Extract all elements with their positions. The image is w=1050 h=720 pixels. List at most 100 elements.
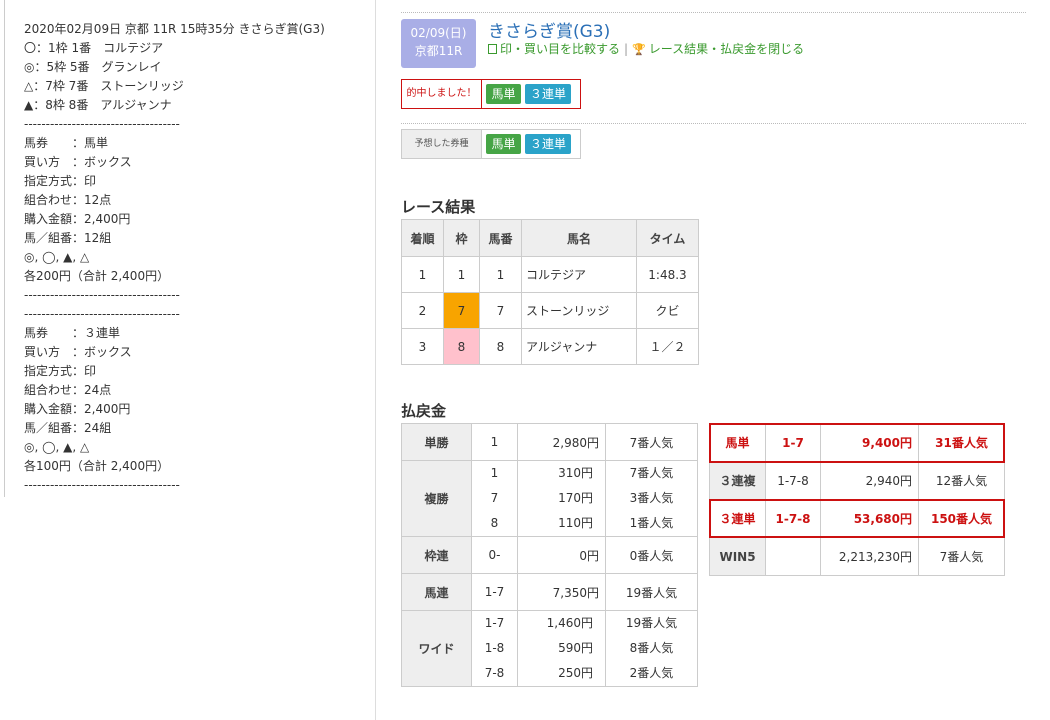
hit-tag-sanrentan: ３連単 <box>525 84 571 104</box>
summary-line: 各200円（合計 2,400円） <box>24 269 170 283</box>
summary-divider: ------------------------------------ <box>24 288 180 302</box>
summary-line: 2020年02月09日 京都 11R 15時35分 きさらぎ賞(G3) <box>24 22 325 36</box>
summary-line: 指定方式：印 <box>24 174 97 188</box>
summary-line: 組合わせ：12点 <box>24 193 112 207</box>
betting-summary-text: 2020年02月09日 京都 11R 15時35分 きさらぎ賞(G3) 〇：1枠… <box>4 0 370 497</box>
summary-line: 馬／組番：24組 <box>24 421 112 435</box>
predicted-tag-umatan: 馬単 <box>486 134 521 154</box>
summary-line: ◎：5枠 5番 グランレイ <box>24 60 162 74</box>
race-title-link[interactable]: きさらぎ賞(G3) <box>488 17 610 42</box>
bet-type: ３連複 <box>709 461 766 500</box>
rank: 3 <box>401 328 444 365</box>
table-header-row: 着順 枠 馬番 馬名 タイム <box>401 219 699 257</box>
finish-time: 1:48.3 <box>636 256 699 293</box>
horse-number: 7 <box>479 292 522 329</box>
finish-time: クビ <box>636 292 699 329</box>
predicted-bet-types: 予想した券種 馬単 ３連単 <box>401 129 581 159</box>
payout-amount: 2,980円 <box>517 423 606 461</box>
popularity: 7番人気 <box>629 466 674 480</box>
payout-amount: 2,940円 <box>820 461 919 500</box>
popularity: 8番人気 <box>629 641 674 655</box>
payout-amount: 1,460円 <box>546 616 593 630</box>
divider <box>401 123 1026 124</box>
combination: 8 <box>490 516 499 530</box>
bet-type: ワイド <box>401 610 472 687</box>
col-number: 馬番 <box>479 219 522 257</box>
finish-time: １／２ <box>636 328 699 365</box>
combination: 1 <box>490 466 499 480</box>
summary-line: ◎, ◯, ▲, △ <box>24 250 90 264</box>
summary-line: 馬券 ：３連単 <box>24 326 121 340</box>
horse-number: 8 <box>479 328 522 365</box>
payout-amount: 0円 <box>517 536 606 574</box>
col-time: タイム <box>636 219 699 257</box>
payout-amount: 250円 <box>558 666 593 680</box>
compare-link-label: 印・買い目を比較する <box>500 42 621 56</box>
compare-link[interactable]: 印・買い目を比較する <box>488 40 620 57</box>
popularity: 3番人気 <box>629 491 674 505</box>
summary-line: 組合わせ：24点 <box>24 383 112 397</box>
close-results-label: レース結果・払戻金を閉じる <box>648 42 805 56</box>
summary-line: ◎, ◯, ▲, △ <box>24 440 90 454</box>
popularity: 2番人気 <box>629 666 674 680</box>
bet-type: WIN5 <box>709 537 766 576</box>
summary-line: 各100円（合計 2,400円） <box>24 459 170 473</box>
payout-amount: 590円 <box>558 641 593 655</box>
combination <box>765 537 821 576</box>
popularity: 7番人気 <box>605 423 698 461</box>
table-row: 馬連 1-7 7,350円 19番人気 <box>401 573 698 611</box>
summary-line: 買い方 ：ボックス <box>24 155 132 169</box>
table-row: 2 7 7 ストーンリッジ クビ <box>401 292 699 329</box>
combination-cell: 1 7 8 <box>471 460 518 537</box>
payout-amount: 2,213,230円 <box>820 537 919 576</box>
combination: 0- <box>471 536 518 574</box>
race-venue: 京都11R <box>414 44 463 58</box>
payout-heading: 払戻金 <box>401 402 447 420</box>
hit-highlight-frame <box>709 499 1005 538</box>
horse-name: アルジャンナ <box>521 328 637 365</box>
payout-amount: 310円 <box>558 466 593 480</box>
summary-line: △：7枠 7番 ストーンリッジ <box>24 79 184 93</box>
combination: 1 <box>471 423 518 461</box>
rank: 2 <box>401 292 444 329</box>
race-detail-panel: 02/09(日) 京都11R きさらぎ賞(G3) 印・買い目を比較する | 🏆 レース… <box>376 0 1050 720</box>
horse-name: コルテジア <box>521 256 637 293</box>
popularity-cell: 19番人気 8番人気 2番人気 <box>605 610 698 687</box>
table-row: 枠連 0- 0円 0番人気 <box>401 536 698 574</box>
table-row: 単勝 1 2,980円 7番人気 <box>401 423 698 461</box>
combination: 1-7 <box>471 573 518 611</box>
hit-label: 的中しました！ <box>402 80 482 108</box>
col-waku: 枠 <box>443 219 480 257</box>
summary-line: 馬券 ：馬単 <box>24 136 109 150</box>
popularity-cell: 7番人気 3番人気 1番人気 <box>605 460 698 537</box>
predicted-label: 予想した券種 <box>402 130 482 158</box>
divider <box>401 12 1026 13</box>
combination: 1-7-8 <box>765 461 821 500</box>
popularity: 12番人気 <box>918 461 1005 500</box>
copy-icon <box>488 44 497 54</box>
summary-divider: ------------------------------------ <box>24 307 180 321</box>
betting-summary-panel: 2020年02月09日 京都 11R 15時35分 きさらぎ賞(G3) 〇：1枠… <box>0 0 376 720</box>
bet-type: 単勝 <box>401 423 472 461</box>
close-results-link[interactable]: 🏆 レース結果・払戻金を閉じる <box>632 40 804 57</box>
summary-divider: ------------------------------------ <box>24 117 180 131</box>
rank: 1 <box>401 256 444 293</box>
race-date: 02/09(日) <box>410 26 467 40</box>
horse-name: ストーンリッジ <box>521 292 637 329</box>
summary-line: 指定方式：印 <box>24 364 97 378</box>
hit-notice: 的中しました！ 馬単 ３連単 <box>401 79 581 109</box>
waku: 1 <box>443 256 480 293</box>
payout-amount-cell: 1,460円 590円 250円 <box>517 610 606 687</box>
payout-table-left: 単勝 1 2,980円 7番人気 複勝 1 7 8 310円 170円 110円… <box>401 423 698 687</box>
table-row: WIN5 2,213,230円 7番人気 <box>709 537 1005 576</box>
payout-amount-cell: 310円 170円 110円 <box>517 460 606 537</box>
hit-highlight-frame <box>709 423 1005 463</box>
race-result-heading: レース結果 <box>401 198 476 216</box>
summary-line: 買い方 ：ボックス <box>24 345 132 359</box>
table-row: ３連複 1-7-8 2,940円 12番人気 <box>709 461 1005 500</box>
summary-divider: ------------------------------------ <box>24 478 180 492</box>
col-horse-name: 馬名 <box>521 219 637 257</box>
popularity: 7番人気 <box>918 537 1005 576</box>
hit-tag-umatan: 馬単 <box>486 84 521 104</box>
table-row: 複勝 1 7 8 310円 170円 110円 7番人気 3番人気 1番人気 <box>401 460 698 537</box>
